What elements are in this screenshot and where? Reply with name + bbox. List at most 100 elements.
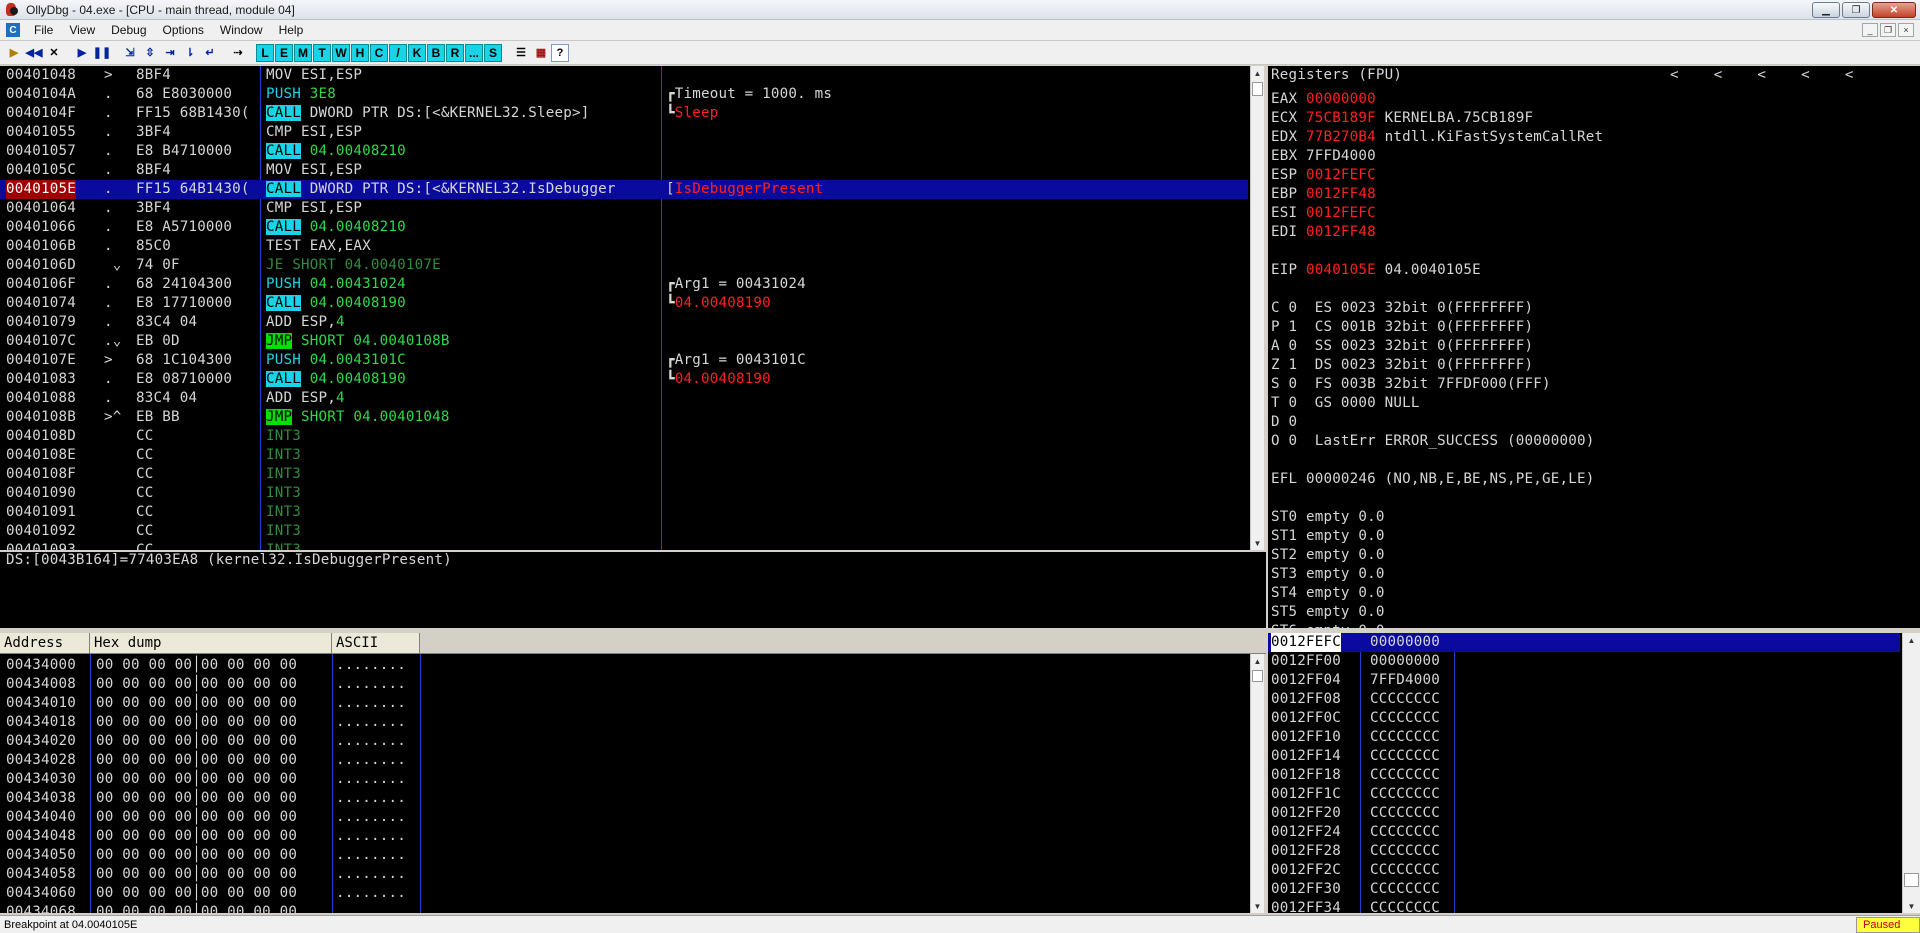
disasm-row[interactable]: 00401066. E8 A5710000 CALL 04.00408210 xyxy=(0,218,1248,237)
executable-modules-button[interactable]: E xyxy=(275,43,293,62)
column-address[interactable]: Address xyxy=(0,633,90,653)
help-icon[interactable]: ? xyxy=(551,43,569,62)
disasm-row[interactable]: 0040108F CC INT3 xyxy=(0,465,1248,484)
patches-button[interactable]: / xyxy=(389,43,407,62)
references-button[interactable]: R xyxy=(446,43,464,62)
register-line[interactable]: T 0 GS 0000 NULL xyxy=(1271,394,1420,413)
stack-row[interactable]: 0012FF14 CCCCCCCC xyxy=(1268,747,1900,766)
windows-button[interactable]: W xyxy=(332,43,350,62)
register-line[interactable]: EBP 0012FF48 xyxy=(1271,185,1376,204)
disassembly-pane[interactable]: 00401048 >8BF4 MOV ESI,ESP 0040104A. 68 E803… xyxy=(0,66,1250,550)
register-line[interactable]: A 0 SS 0023 32bit 0(FFFFFFFF) xyxy=(1271,337,1533,356)
step-into-icon[interactable]: ⇲ xyxy=(120,43,140,63)
source-button[interactable]: S xyxy=(484,43,502,62)
open-file-icon[interactable]: ▶ xyxy=(4,43,24,63)
dump-row[interactable]: 00434048 00 00 00 00│00 00 00 00........ xyxy=(6,827,406,846)
register-line[interactable]: EDX 77B270B4 ntdll.KiFastSystemCallRet xyxy=(1271,128,1603,147)
dump-row[interactable]: 00434058 00 00 00 00│00 00 00 00........ xyxy=(6,865,406,884)
stack-row[interactable]: 0012FF0C CCCCCCCC xyxy=(1268,709,1900,728)
dump-row[interactable]: 00434030 00 00 00 00│00 00 00 00........ xyxy=(6,770,406,789)
register-line[interactable]: ST4 empty 0.0 xyxy=(1271,584,1385,603)
stack-scrollbar[interactable]: ▲ ▼ xyxy=(1902,633,1920,913)
register-line[interactable]: ESP 0012FEFC xyxy=(1271,166,1376,185)
registers-nav-arrows[interactable]: < < < < < xyxy=(1670,67,1854,83)
register-line[interactable]: EIP 0040105E 04.0040105E xyxy=(1271,261,1481,280)
disasm-row[interactable]: 00401083. E8 08710000 CALL 04.00408190 ┗04.… xyxy=(0,370,1248,389)
stack-row[interactable]: 0012FF1C CCCCCCCC xyxy=(1268,785,1900,804)
stack-row[interactable]: 0012FF30 CCCCCCCC xyxy=(1268,880,1900,899)
stack-row[interactable]: 0012FF00 00000000 xyxy=(1268,652,1900,671)
mdi-close-button[interactable]: × xyxy=(1898,23,1914,37)
register-line[interactable]: EBX 7FFD4000 xyxy=(1271,147,1376,166)
handles-button[interactable]: H xyxy=(351,43,369,62)
step-over-icon[interactable]: ⇳ xyxy=(140,43,160,63)
register-line[interactable]: EAX 00000000 xyxy=(1271,90,1376,109)
pause-icon[interactable]: ❚❚ xyxy=(92,43,112,63)
stack-row[interactable]: 0012FF20 CCCCCCCC xyxy=(1268,804,1900,823)
mdi-restore-button[interactable]: ❐ xyxy=(1880,23,1896,37)
disasm-row[interactable]: 00401092 CC INT3 xyxy=(0,522,1248,541)
close-program-icon[interactable]: ✕ xyxy=(44,43,64,63)
disasm-row[interactable]: 0040108E CC INT3 xyxy=(0,446,1248,465)
log-window-button[interactable]: L xyxy=(256,43,274,62)
disasm-row[interactable]: 0040105C. 8BF4 MOV ESI,ESP xyxy=(0,161,1248,180)
register-line[interactable]: ST2 empty 0.0 xyxy=(1271,546,1385,565)
register-line[interactable]: EFL 00000246 (NO,NB,E,BE,NS,PE,GE,LE) xyxy=(1271,470,1594,489)
memory-map-button[interactable]: M xyxy=(294,43,312,62)
register-line[interactable]: ST0 empty 0.0 xyxy=(1271,508,1385,527)
column-ascii[interactable]: ASCII xyxy=(332,633,420,653)
menu-view[interactable]: View xyxy=(61,23,103,37)
menu-window[interactable]: Window xyxy=(212,23,271,37)
stack-row[interactable]: 0012FF04 7FFD4000 xyxy=(1268,671,1900,690)
disasm-row[interactable]: 00401091 CC INT3 xyxy=(0,503,1248,522)
run-icon[interactable]: ▶ xyxy=(72,43,92,63)
dump-row[interactable]: 00434050 00 00 00 00│00 00 00 00........ xyxy=(6,846,406,865)
execute-till-return-icon[interactable]: ↵ xyxy=(200,43,220,63)
dump-row[interactable]: 00434068 00 00 00 00│00 00 00 00........ xyxy=(6,903,406,913)
disasm-row[interactable]: 00401048 >8BF4 MOV ESI,ESP xyxy=(0,66,1248,85)
register-line[interactable]: EDI 0012FF48 xyxy=(1271,223,1376,242)
cpu-button[interactable]: C xyxy=(370,43,388,62)
minimize-button[interactable]: ▁ xyxy=(1812,2,1840,18)
dump-row[interactable]: 00434018 00 00 00 00│00 00 00 00........ xyxy=(6,713,406,732)
register-line[interactable]: P 1 CS 001B 32bit 0(FFFFFFFF) xyxy=(1271,318,1533,337)
disasm-row[interactable]: 00401088. 83C4 04 ADD ESP,4 xyxy=(0,389,1248,408)
disasm-row[interactable]: 00401079. 83C4 04 ADD ESP,4 xyxy=(0,313,1248,332)
maximize-button[interactable]: ❐ xyxy=(1842,2,1870,18)
stack-row[interactable]: 0012FF2C CCCCCCCC xyxy=(1268,861,1900,880)
dump-pane[interactable]: 00434000 00 00 00 00│00 00 00 00........ 0… xyxy=(0,654,1250,913)
dump-row[interactable]: 00434040 00 00 00 00│00 00 00 00........ xyxy=(6,808,406,827)
dump-row[interactable]: 00434010 00 00 00 00│00 00 00 00........ xyxy=(6,694,406,713)
stack-row[interactable]: 0012FF28 CCCCCCCC xyxy=(1268,842,1900,861)
disasm-row[interactable]: 0040108B >^ EB BB JMP SHORT 04.00401048 xyxy=(0,408,1248,427)
run-trace-button[interactable]: ... xyxy=(465,43,483,62)
register-line[interactable]: ST3 empty 0.0 xyxy=(1271,565,1385,584)
disasm-row[interactable]: 00401057. E8 B4710000 CALL 04.00408210 xyxy=(0,142,1248,161)
breakpoints-button[interactable]: B xyxy=(427,43,445,62)
trace-over-icon[interactable]: ⇂ xyxy=(180,43,200,63)
disasm-row[interactable]: 0040105E. FF15 64B1430(CALL DWORD PTR DS:… xyxy=(0,180,1248,199)
register-line[interactable]: ESI 0012FEFC xyxy=(1271,204,1376,223)
menu-options[interactable]: Options xyxy=(155,23,212,37)
stack-row[interactable]: 0012FF08 CCCCCCCC xyxy=(1268,690,1900,709)
disasm-row[interactable]: 0040106D ⌄ 74 0F JE SHORT 04.0040107E xyxy=(0,256,1248,275)
goto-icon[interactable]: ⇢ xyxy=(228,43,248,63)
column-hex-dump[interactable]: Hex dump xyxy=(90,633,332,653)
disasm-row[interactable]: 0040104F. FF15 68B1430(CALL DWORD PTR DS:… xyxy=(0,104,1248,123)
stack-row[interactable]: 0012FEFC 00000000 xyxy=(1268,633,1900,652)
register-line[interactable]: S 0 FS 003B 32bit 7FFDF000(FFF) xyxy=(1271,375,1551,394)
disassembly-scrollbar[interactable]: ▲ ▼ xyxy=(1250,66,1264,550)
dump-row[interactable]: 00434008 00 00 00 00│00 00 00 00........ xyxy=(6,675,406,694)
disasm-row[interactable]: 0040104A. 68 E8030000 PUSH 3E8 ┏Timeout = 1… xyxy=(0,85,1248,104)
stack-row[interactable]: 0012FF24 CCCCCCCC xyxy=(1268,823,1900,842)
stack-row[interactable]: 0012FF18 CCCCCCCC xyxy=(1268,766,1900,785)
menu-file[interactable]: File xyxy=(26,23,61,37)
register-line[interactable]: ST5 empty 0.0 xyxy=(1271,603,1385,622)
disasm-row[interactable]: 0040106F. 68 24104300 PUSH 04.00431024 ┏Arg… xyxy=(0,275,1248,294)
menu-debug[interactable]: Debug xyxy=(103,23,154,37)
threads-button[interactable]: T xyxy=(313,43,331,62)
disasm-row[interactable]: 0040106B. 85C0 TEST EAX,EAX xyxy=(0,237,1248,256)
disasm-row[interactable]: 00401064. 3BF4 CMP ESI,ESP xyxy=(0,199,1248,218)
close-button[interactable]: ✕ xyxy=(1872,2,1916,18)
list-icon[interactable]: ☰ xyxy=(511,43,531,63)
